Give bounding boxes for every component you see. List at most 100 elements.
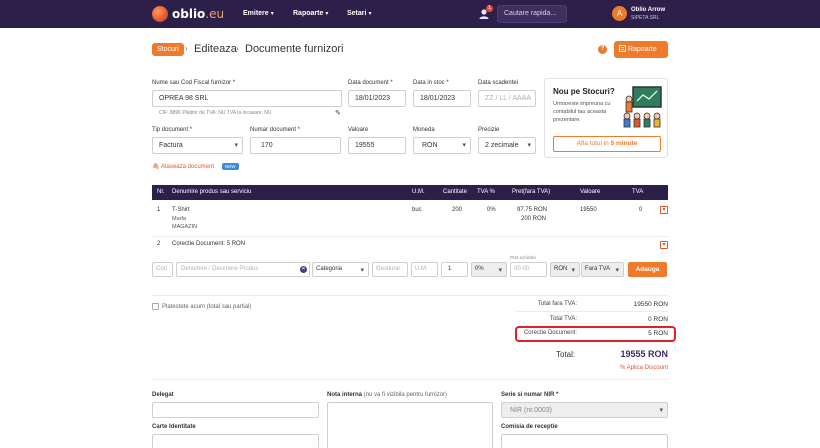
promo-button-bold: 5 minute [610,140,638,147]
col-nr: Nr. [157,189,165,195]
nav-rapoarte-label: Rapoarte [293,10,324,17]
internal-note-textarea[interactable] [327,402,493,448]
reports-button[interactable]: Rapoarte [614,41,668,58]
quick-search-input[interactable]: Cautare rapida... [497,5,567,23]
promo-button-prefix: Afla totul in [576,140,611,147]
supplier-input[interactable]: OPREA 98 SRL [152,90,342,107]
total-vat-label: Total TVA: [549,316,577,322]
quantity-input[interactable]: 1 [441,262,468,277]
series-select[interactable]: NIR (nr.0003) [501,402,668,418]
code-input[interactable]: Cod [152,262,173,277]
delegate-label: Delegat [152,392,174,398]
col-um: U.M. [412,189,425,195]
vat-select[interactable]: 0% [471,262,507,277]
doc-date-input[interactable]: 18/01/2023 [348,90,406,107]
new-badge: NEW [222,163,239,170]
product-name-input[interactable]: Denumire / Descriere Produs [176,262,310,277]
row-product-warehouse: MAGAZIN [172,224,198,230]
row-nr: 2 [157,241,161,247]
stock-date-label: Data in stoc * [413,80,449,86]
brand-name: oblio [172,7,206,21]
supplier-info: CIF: 8896 Platitor de TVA: NU TVA la inc… [159,110,272,116]
promo-learn-button[interactable]: Afla totul in 5 minute [553,136,661,152]
row-vat: 0 [639,207,643,213]
section-divider [152,295,668,296]
row-price-secondary: 200 RON [521,216,547,222]
user-company[interactable]: SIPETA SRL [631,15,659,21]
promo-title: Nou pe Stocuri? [553,87,615,96]
commission-input[interactable] [501,434,668,448]
nav-setari[interactable]: Setari ▾ [347,10,371,17]
col-vat: TVA [632,189,644,195]
report-icon [619,45,626,52]
nav-setari-label: Setari [347,10,367,17]
apply-discount-link[interactable]: % Aplica Discount [600,365,668,371]
correction-highlight [515,326,676,342]
notifications-button[interactable]: 1 [478,5,493,20]
management-input[interactable]: Gestiune [372,262,408,277]
row-value: 19550 [580,207,597,213]
internal-note-hint: (nu va fi vizibila pentru furnizor) [363,392,448,398]
value-input[interactable]: 19555 [348,137,406,154]
due-date-input[interactable]: ZZ / LL / AAAA [478,90,536,107]
remove-row-icon[interactable]: ▾ [660,206,668,214]
currency-label: Moneda [413,127,435,133]
due-date-label: Data scadentei [478,80,519,86]
row-product-name: T-Shirt [172,207,190,213]
category-select[interactable]: Categoria [312,262,369,277]
vat-mode-select[interactable]: Fara TVA [581,262,624,277]
id-card-input[interactable] [152,434,319,448]
row-nr: 1 [157,207,161,213]
doc-type-select[interactable]: Factura [152,137,243,154]
help-icon[interactable]: ? [598,45,607,54]
row-price: 97.75 RON [517,207,548,213]
top-navbar: oblio.eu Emitere ▾ Rapoarte ▾ Setari ▾ 1 Ca… [0,0,820,28]
edit-pencil-icon[interactable]: ✎ [335,109,341,117]
total-without-vat-value: 19550 RON [633,301,668,308]
currency-select[interactable]: RON [413,137,471,154]
um-input[interactable]: U.M. [411,262,438,277]
bottom-divider [152,379,668,380]
series-label: Serie si numar NIR * [501,392,559,398]
remove-row-icon[interactable]: ▾ [660,241,668,249]
add-product-button[interactable]: Adauga [628,262,667,277]
breadcrumb-stocuri[interactable]: Stocuri [152,43,184,56]
brand-tld: .eu [205,7,225,21]
promo-text: Urmareste impreuna cu contabilul tau ace… [553,101,611,123]
col-qty: Cantitate [443,189,468,195]
presentation-illustration-icon [623,86,662,128]
grand-total-label: Total: [556,350,576,359]
commission-label: Comisia de receptie [501,424,558,430]
purchase-price-input[interactable]: 00.00 [510,262,547,277]
page-title: Documente furnizori [245,43,344,55]
oblio-logo[interactable]: oblio.eu [152,6,224,22]
precision-label: Precizie [478,127,500,133]
stock-date-input[interactable]: 18/01/2023 [413,90,471,107]
paperclip-icon: 🖇 [152,164,160,170]
chevron-down-icon: ▾ [270,11,274,17]
row-qty: 200 [452,207,463,213]
precision-select[interactable]: 2 zecimale [478,137,536,154]
attach-document-link[interactable]: 🖇 Ataseaza document [152,163,214,170]
notification-count-badge: 1 [486,5,493,12]
user-name[interactable]: Oblio Arrow [631,7,665,13]
nav-rapoarte[interactable]: Rapoarte ▾ [293,10,328,17]
logo-mark-icon [152,6,168,22]
supplier-label: Nume sau Cod Fiscal furnizor * [152,80,236,86]
value-label: Valoare [348,127,369,133]
pay-now-checkbox[interactable] [152,303,159,310]
nav-emitere[interactable]: Emitere ▾ [243,10,274,17]
chevron-down-icon: ▾ [368,11,372,17]
row-um: buc [412,207,422,213]
grand-total-value: 19555 RON [620,349,668,359]
delegate-input[interactable] [152,402,319,418]
pay-now-label: Platestete acum (total sau partial) [162,304,252,310]
entry-currency-select[interactable]: RON [550,262,580,277]
nav-emitere-label: Emitere [243,10,269,17]
total-without-vat-label: Total fara TVA: [537,301,577,307]
clear-icon[interactable]: ✕ [300,266,307,273]
user-avatar[interactable]: A [612,6,627,21]
col-value: Valoare [580,189,601,195]
doc-number-input[interactable]: 170 [250,137,341,154]
breadcrumb-separator-icon: › [185,44,188,53]
